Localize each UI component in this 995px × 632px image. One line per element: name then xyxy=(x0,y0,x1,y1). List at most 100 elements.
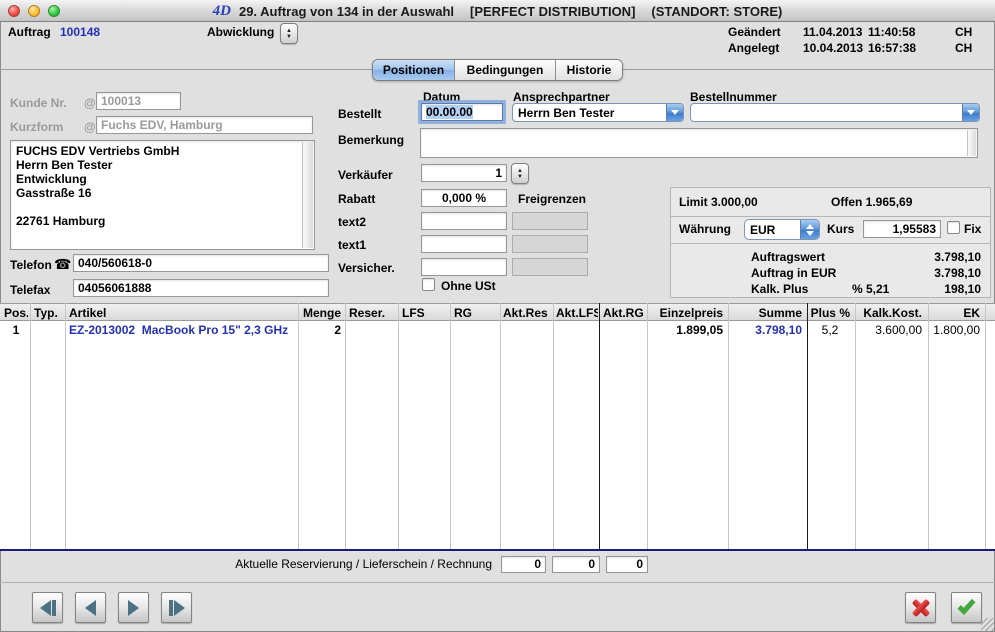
kunde-at-icon: @ xyxy=(84,96,96,110)
text1-label: text1 xyxy=(338,238,367,252)
telefax-field[interactable]: 04056061888 xyxy=(73,279,329,297)
versicher-field[interactable] xyxy=(421,258,507,276)
datum-label: Datum xyxy=(423,90,461,104)
cell-plus: 5,2 xyxy=(821,323,839,337)
kalk-plus-percent: % 5,21 xyxy=(852,282,890,296)
kurzform-label: Kurzform xyxy=(10,120,64,134)
stepper-down-icon: ▼ xyxy=(517,173,523,180)
tab-bedingungen[interactable]: Bedingungen xyxy=(455,60,556,80)
telefon-field[interactable]: 040/560618-0 xyxy=(73,254,329,272)
auftrag-eur-value: 3.798,10 xyxy=(934,266,981,280)
bestellt-label: Bestellt xyxy=(338,107,382,121)
auftrag-label: Auftrag xyxy=(8,25,51,39)
waehrung-popup[interactable]: EUR xyxy=(744,219,820,240)
lieferschein-field[interactable]: 0 xyxy=(552,556,600,573)
tab-positionen[interactable]: Positionen xyxy=(373,60,455,80)
positions-table-body[interactable]: 1 EZ-2013002 MacBook Pro 15" 2,3 GHz 2 1… xyxy=(0,321,995,549)
fix-checkbox[interactable] xyxy=(947,221,960,234)
datum-field[interactable]: 00.00.00 xyxy=(421,103,503,121)
positions-table-header[interactable]: Pos. Typ. Artikel Menge Reser. LFS RG Ak… xyxy=(0,303,995,321)
freigrenzen-label: Freigrenzen xyxy=(518,192,587,206)
kurs-label: Kurs xyxy=(827,222,855,236)
verkaeufer-label: Verkäufer xyxy=(338,168,393,182)
column-header-pos[interactable]: Pos. xyxy=(4,305,28,321)
abwicklung-stepper[interactable]: ▲ ▼ xyxy=(280,23,298,44)
column-header-akt-lfs[interactable]: Akt.LFS xyxy=(556,305,598,321)
limit-text: Limit 3.000,00 xyxy=(679,195,758,209)
column-header-rg[interactable]: RG xyxy=(454,305,497,321)
kalk-plus-value: 198,10 xyxy=(944,282,981,296)
geaendert-user: CH xyxy=(955,25,973,39)
tab-historie[interactable]: Historie xyxy=(556,60,622,80)
cancel-button[interactable] xyxy=(905,592,936,623)
angelegt-date: 10.04.2013 xyxy=(803,41,864,55)
kalk-plus-label: Kalk. Plus xyxy=(751,282,809,296)
column-header-artikel[interactable]: Artikel xyxy=(69,305,295,321)
address-line: Gasstraße 16 xyxy=(16,186,92,200)
column-header-summe[interactable]: Summe xyxy=(731,305,802,321)
kurzform-field[interactable]: Fuchs EDV, Hamburg xyxy=(96,116,313,134)
column-header-menge[interactable]: Menge xyxy=(300,305,341,321)
verkaeufer-field[interactable]: 1 xyxy=(421,164,507,182)
kurs-field[interactable]: 1,95583 xyxy=(863,220,941,238)
first-record-icon-bar xyxy=(51,599,56,616)
telefax-label: Telefax xyxy=(10,283,51,297)
address-line: 22761 Hamburg xyxy=(16,214,106,228)
column-header-typ[interactable]: Typ. xyxy=(34,305,63,321)
auftrag-eur-label: Auftrag in EUR xyxy=(751,266,837,280)
column-separator xyxy=(450,303,451,549)
text2-field[interactable] xyxy=(421,212,507,230)
geaendert-time: 11:40:58 xyxy=(868,25,916,39)
dropdown-arrow-icon xyxy=(962,104,979,121)
waehrung-label: Währung xyxy=(679,222,731,236)
column-header-lfs[interactable]: LFS xyxy=(402,305,447,321)
dropdown-arrow-icon xyxy=(666,104,683,121)
kunde-nr-field[interactable]: 100013 xyxy=(96,92,181,110)
column-header-reser[interactable]: Reser. xyxy=(349,305,395,321)
bemerkung-field[interactable] xyxy=(420,128,978,158)
angelegt-time: 16:57:38 xyxy=(868,41,917,55)
bemerkung-scrollbar[interactable] xyxy=(967,130,976,156)
column-separator xyxy=(398,303,399,549)
last-record-button[interactable] xyxy=(161,592,192,623)
verkaeufer-stepper[interactable]: ▲ ▼ xyxy=(511,163,529,184)
column-header-akt-res[interactable]: Akt.Res xyxy=(503,305,551,321)
aktuelle-label: Aktuelle Reservierung / Lieferschein / R… xyxy=(235,557,492,571)
address-scrollbar[interactable] xyxy=(302,142,313,248)
ansprechpartner-dropdown[interactable]: Herrn Ben Tester xyxy=(512,103,684,122)
address-textarea[interactable]: FUCHS EDV Vertriebs GmbH Herrn Ben Teste… xyxy=(10,140,315,250)
column-header-ek[interactable]: EK xyxy=(931,305,980,321)
cancel-x-icon xyxy=(910,597,932,619)
reservierung-field[interactable]: 0 xyxy=(501,556,546,573)
column-header-kalk-kost[interactable]: Kalk.Kost. xyxy=(858,305,922,321)
column-separator xyxy=(298,303,299,549)
rabatt-field[interactable]: 0,000 % xyxy=(421,189,507,207)
first-record-icon xyxy=(39,599,51,616)
geaendert-date: 11.04.2013 xyxy=(803,25,863,39)
cell-menge: 2 xyxy=(334,323,341,337)
title-bar[interactable]: 4D 29. Auftrag von 134 in der Auswahl [P… xyxy=(0,0,995,22)
column-header-plus[interactable]: Plus % xyxy=(810,305,850,321)
address-line: Herrn Ben Tester xyxy=(16,158,113,172)
confirm-button[interactable] xyxy=(951,592,982,623)
previous-record-button[interactable] xyxy=(75,592,106,623)
datum-value: 00.00.00 xyxy=(426,105,473,119)
first-record-button[interactable] xyxy=(32,592,63,623)
column-separator xyxy=(345,303,346,549)
phone-icon: ☎ xyxy=(54,256,72,272)
last-record-icon xyxy=(173,599,185,616)
next-record-button[interactable] xyxy=(118,592,149,623)
column-separator xyxy=(500,303,501,549)
waehrung-value: EUR xyxy=(750,223,776,237)
text1-freigrenze-field xyxy=(512,235,588,253)
column-separator xyxy=(728,303,729,549)
column-header-einzelpreis[interactable]: Einzelpreis xyxy=(650,305,723,321)
bestellnummer-label: Bestellnummer xyxy=(690,90,777,104)
text1-field[interactable] xyxy=(421,235,507,253)
rechnung-field[interactable]: 0 xyxy=(606,556,648,573)
column-header-akt-rg[interactable]: Akt.RG xyxy=(603,305,645,321)
bestellnummer-dropdown[interactable] xyxy=(690,103,980,122)
ohne-ust-checkbox[interactable] xyxy=(422,278,435,291)
resize-grip[interactable] xyxy=(981,618,994,631)
window-title-main: 29. Auftrag von 134 in der Auswahl xyxy=(238,3,455,19)
